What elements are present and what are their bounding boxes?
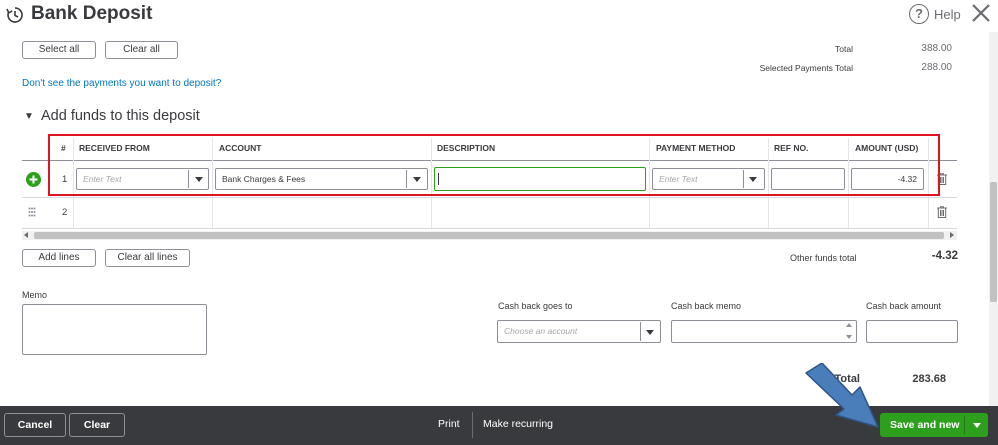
make-recurring-link[interactable]: Make recurring: [483, 418, 553, 430]
scroll-left-icon[interactable]: [24, 232, 28, 238]
cash-back-memo-textarea[interactable]: [671, 320, 857, 343]
cash-back-memo-label: Cash back memo: [671, 301, 742, 311]
selected-payments-value: 288.00: [921, 62, 952, 73]
save-and-new-button[interactable]: Save and new: [880, 413, 988, 437]
collapse-triangle-icon[interactable]: ▼: [24, 111, 34, 122]
selected-payments-label: Selected Payments Total: [759, 63, 853, 73]
help-link[interactable]: Help: [934, 7, 961, 22]
row-divider: [22, 228, 957, 229]
clear-button[interactable]: Clear: [69, 413, 125, 437]
chevron-down-icon[interactable]: [646, 330, 654, 335]
horizontal-scrollbar-thumb[interactable]: [34, 232, 944, 239]
add-lines-button[interactable]: Add lines: [22, 249, 96, 267]
clear-all-lines-button[interactable]: Clear all lines: [105, 249, 190, 267]
total-value: 388.00: [921, 43, 952, 54]
history-icon[interactable]: [6, 6, 24, 24]
row-number: 2: [62, 207, 68, 218]
table-row: [22, 198, 957, 228]
scroll-up-icon[interactable]: [846, 323, 852, 327]
split-divider: [964, 416, 965, 434]
dropdown-separator: [640, 322, 641, 341]
other-funds-label: Other funds total: [790, 253, 857, 263]
other-funds-value: -4.32: [931, 250, 958, 262]
cash-back-goes-to-label: Cash back goes to: [498, 301, 573, 311]
help-icon[interactable]: ?: [909, 4, 929, 24]
select-all-button[interactable]: Select all: [22, 41, 96, 59]
memo-label: Memo: [22, 290, 48, 300]
save-and-new-label: Save and new: [890, 419, 960, 431]
clear-all-button[interactable]: Clear all: [105, 41, 178, 59]
footer-divider: [472, 412, 473, 438]
annotation-arrow-icon: [805, 363, 879, 428]
add-funds-title: Add funds to this deposit: [41, 108, 200, 124]
page-title: Bank Deposit: [31, 3, 153, 24]
add-row-icon[interactable]: [26, 172, 41, 187]
chevron-down-icon[interactable]: [973, 423, 981, 428]
print-link[interactable]: Print: [438, 418, 460, 430]
total-label: Total: [835, 44, 853, 54]
vertical-scrollbar-thumb[interactable]: [990, 182, 997, 302]
close-icon[interactable]: [970, 2, 992, 24]
memo-textarea[interactable]: [22, 304, 207, 355]
deposit-total-value: 283.68: [912, 373, 946, 385]
missing-payments-link[interactable]: Don't see the payments you want to depos…: [22, 78, 221, 89]
drag-handle-icon[interactable]: [28, 207, 36, 217]
scroll-down-icon[interactable]: [846, 335, 852, 339]
cash-back-amount-input[interactable]: [866, 320, 958, 343]
cancel-button[interactable]: Cancel: [4, 413, 66, 437]
trash-icon[interactable]: [937, 206, 947, 218]
scroll-right-icon[interactable]: [950, 232, 954, 238]
cash-back-account-select[interactable]: Choose an account: [497, 320, 661, 343]
cash-back-amount-label: Cash back amount: [866, 301, 942, 311]
cash-back-account-placeholder: Choose an account: [504, 326, 578, 336]
highlight-annotation-box: [48, 134, 940, 196]
